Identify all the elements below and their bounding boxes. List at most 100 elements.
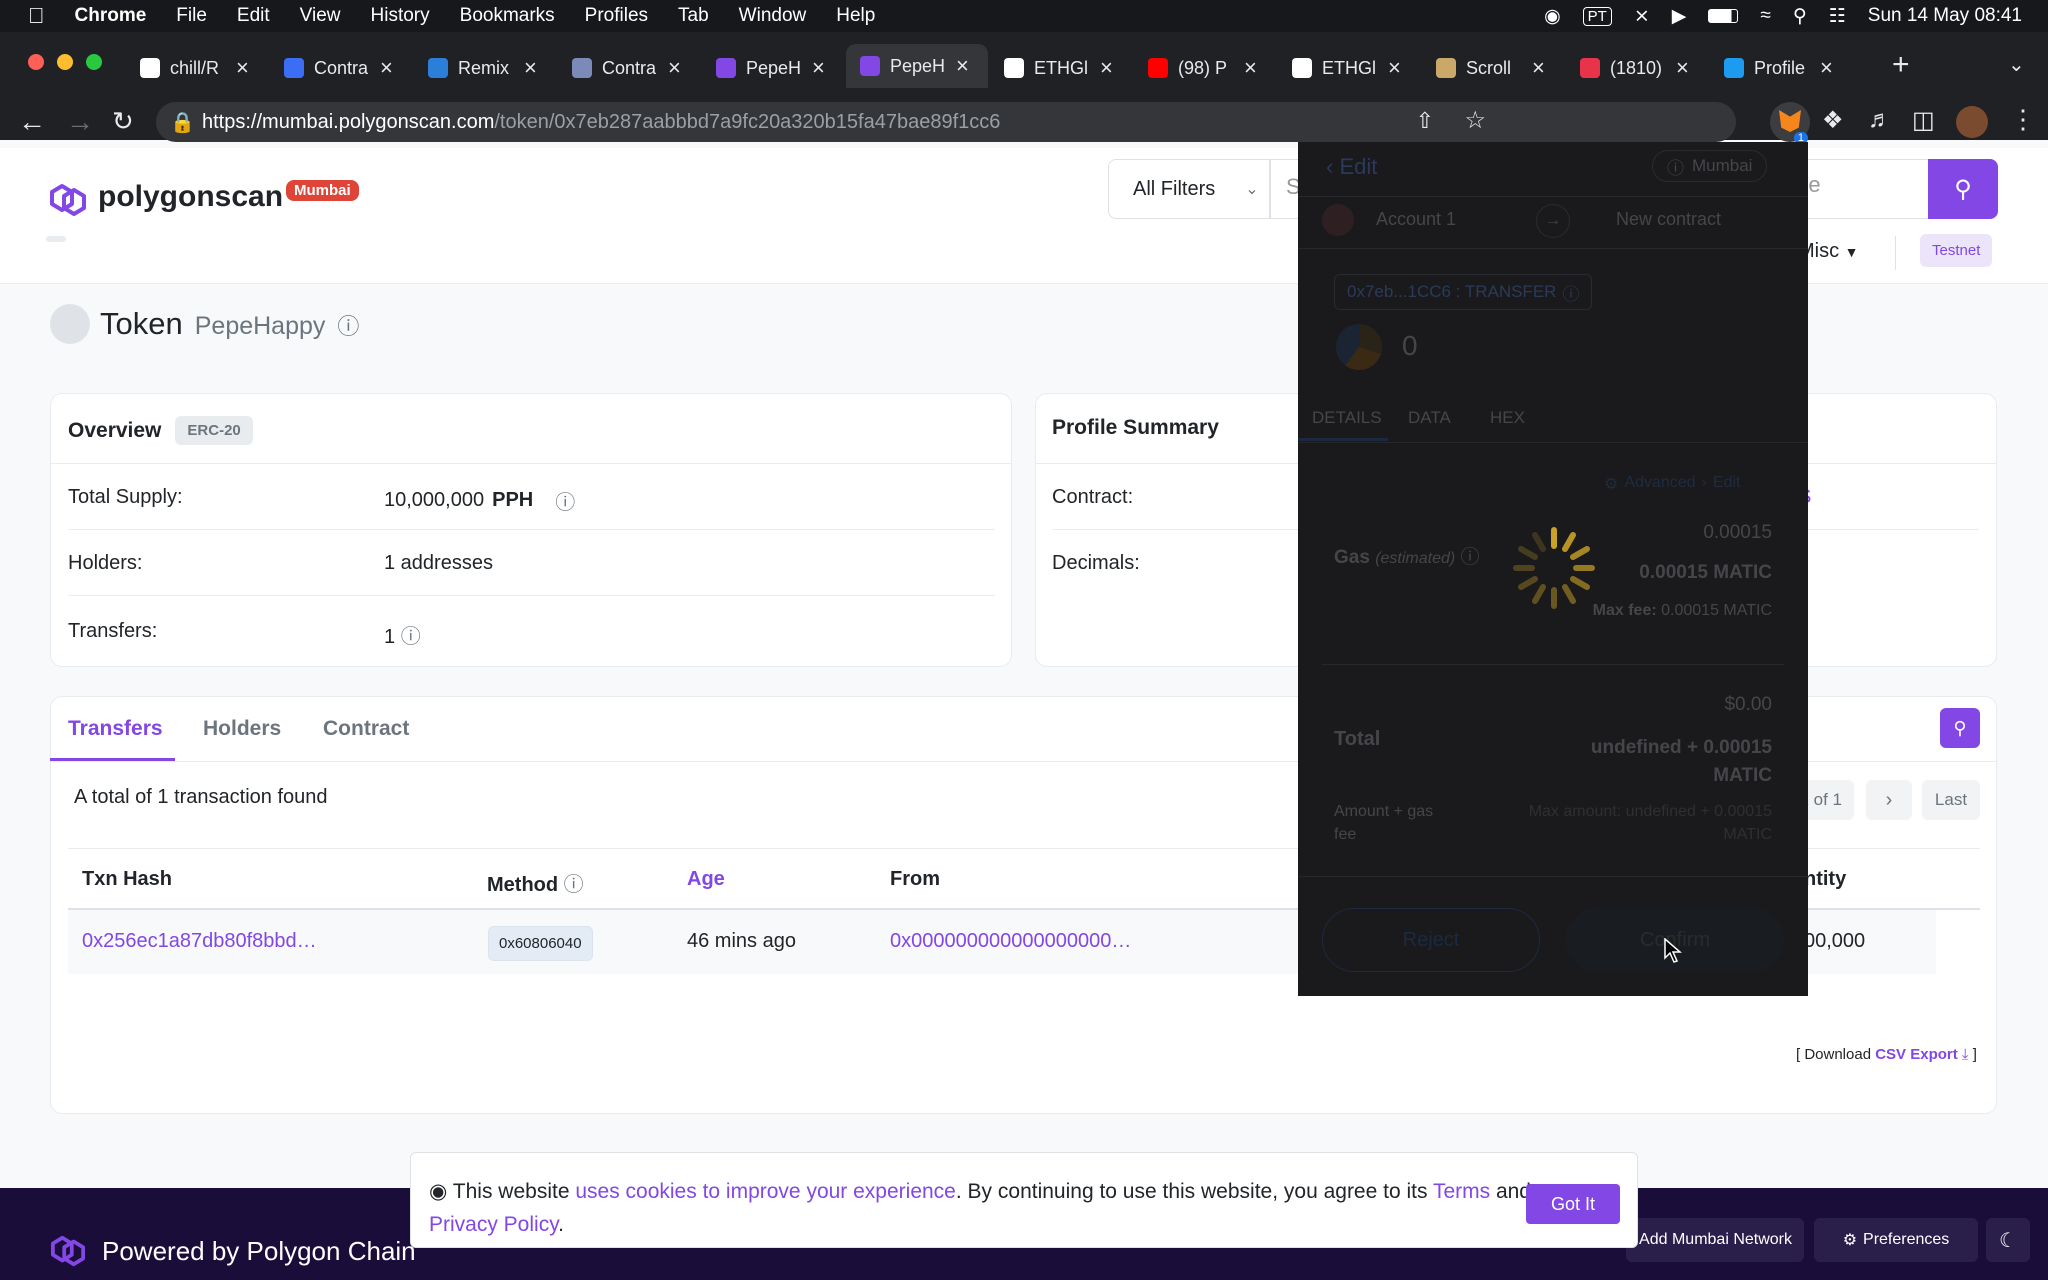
menu-window[interactable]: Window [739,5,807,27]
network-pill[interactable]: ⓘ Mumbai [1652,150,1768,182]
site-logo[interactable]: polygonscan [98,180,283,214]
tab-contract[interactable]: Contract [323,717,409,741]
menu-help[interactable]: Help [836,5,875,27]
bookmark-star-icon[interactable]: ☆ [1464,106,1486,135]
gear-icon: ⚙ [1604,476,1619,493]
record-icon[interactable]: ◉ [1544,5,1561,28]
chrome-menu-icon[interactable]: ⋮ [2010,104,2036,135]
browser-tab[interactable]: Contra × [572,48,681,88]
menu-edit[interactable]: Edit [237,5,270,27]
testnet-badge[interactable]: Testnet [1920,234,1993,267]
filter-search-button[interactable]: ⚲ [1940,708,1980,748]
browser-tab[interactable]: ETHGl × [1004,48,1113,88]
tab-close-icon[interactable]: × [1532,55,1545,81]
browser-tab[interactable]: (1810) × [1580,48,1689,88]
metamask-fox-icon[interactable]: 1 [1770,102,1810,144]
polygonscan-logo-icon[interactable] [48,182,88,218]
menu-file[interactable]: File [176,5,207,27]
next-page-chevron-icon[interactable]: › [1866,780,1912,820]
input-source-indicator[interactable]: PT [1582,6,1612,26]
tab-transfers[interactable]: Transfers [68,717,163,741]
from-address-link[interactable]: 0x000000000000000000… [890,930,1131,953]
csv-export-link[interactable]: CSV Export [1875,1046,1958,1063]
minimize-window-button[interactable] [57,54,73,70]
side-panel-icon[interactable]: ◫ [1912,106,1935,135]
share-icon[interactable]: ⇧ [1416,108,1434,134]
forward-arrow-icon[interactable]: → [66,106,94,138]
tab-close-icon[interactable]: × [1100,55,1113,81]
chevron-down-icon: ⌄ [1245,181,1259,198]
spotlight-search-icon[interactable]: ⚲ [1793,5,1807,28]
menu-history[interactable]: History [371,5,430,27]
browser-tab[interactable]: ETHGl × [1292,48,1401,88]
tab-close-icon[interactable]: × [668,55,681,81]
media-control-icon[interactable]: ♬ [1868,106,1892,134]
reload-icon[interactable]: ↻ [112,106,134,137]
tab-close-icon[interactable]: × [812,55,825,81]
menu-view[interactable]: View [300,5,341,27]
info-icon[interactable]: ⓘ [337,309,359,341]
info-icon[interactable]: ⓘ [401,626,421,648]
last-page-button[interactable]: Last [1922,780,1980,820]
preferences-button[interactable]: ⚙ Preferences [1814,1218,1978,1262]
tab-details[interactable]: DETAILS [1312,408,1382,428]
tab-close-icon[interactable]: × [236,55,249,81]
close-window-button[interactable] [28,54,44,70]
search-filter-select[interactable]: All Filters ⌄ [1108,159,1270,219]
tab-close-icon[interactable]: × [1676,55,1689,81]
menu-app-name[interactable]: Chrome [75,5,147,27]
tab-holders[interactable]: Holders [203,717,281,741]
privacy-policy-link[interactable]: Privacy Policy [429,1213,558,1236]
add-network-button[interactable]: Add Mumbai Network [1626,1218,1804,1262]
dark-mode-moon-icon[interactable]: ☾ [1986,1218,2030,1262]
browser-tab[interactable]: PepeH × [716,48,825,88]
browser-tab[interactable]: chill/R × [140,48,249,88]
reject-button[interactable]: Reject [1322,908,1540,972]
contract-pill[interactable]: 0x7eb...1CC6 : TRANSFER ⓘ [1334,274,1593,310]
terms-link[interactable]: Terms [1433,1180,1490,1203]
gas-label: Gas [1334,547,1370,568]
menu-bookmarks[interactable]: Bookmarks [460,5,555,27]
help-icon: ⓘ [1667,158,1684,178]
mute-icon[interactable]: ⨯ [1634,5,1650,28]
browser-tab[interactable]: Contra × [284,48,393,88]
control-center-icon[interactable]: ☷ [1829,5,1846,28]
tab-data[interactable]: DATA [1408,408,1451,428]
cookie-accept-button[interactable]: Got It [1526,1184,1620,1224]
profile-avatar[interactable] [1956,106,1988,138]
tab-close-icon[interactable]: × [956,53,969,79]
tab-hex[interactable]: HEX [1490,408,1525,428]
browser-tab[interactable]: Scroll × [1436,48,1545,88]
tab-close-icon[interactable]: × [380,55,393,81]
wifi-icon[interactable]: ≈ [1760,5,1770,27]
search-button[interactable]: ⚲ [1928,159,1998,219]
new-tab-plus-icon[interactable]: + [1892,48,1910,82]
advanced-edit[interactable]: ⚙ Advanced › Edit [1604,474,1740,494]
battery-icon[interactable] [1708,9,1739,23]
tab-close-icon[interactable]: × [1244,55,1257,81]
info-icon[interactable]: ⓘ [555,486,575,515]
browser-tab[interactable]: PepeH × [846,44,988,88]
address-bar[interactable]: 🔒 https://mumbai.polygonscan.com/token/0… [156,102,1736,142]
tab-close-icon[interactable]: × [1388,55,1401,81]
zoom-window-button[interactable] [86,54,102,70]
info-icon[interactable]: ⓘ [564,874,584,896]
tab-close-icon[interactable]: × [1820,55,1833,81]
tab-close-icon[interactable]: × [524,55,537,81]
metamask-back[interactable]: ‹ Edit [1326,154,1377,180]
cookies-policy-link[interactable]: uses cookies to improve your experience [575,1180,956,1203]
browser-tab[interactable]: Remix × [428,48,537,88]
menu-profiles[interactable]: Profiles [585,5,648,27]
browser-tab[interactable]: Profile × [1724,48,1833,88]
apple-icon[interactable]:  [28,3,45,29]
play-icon[interactable]: ▶ [1672,5,1687,28]
col-age[interactable]: Age [687,868,725,891]
tab-search-chevron-icon[interactable]: ⌄ [2008,52,2025,77]
extensions-puzzle-icon[interactable]: ❖ [1822,106,1844,135]
browser-tab[interactable]: (98) P × [1148,48,1257,88]
token-symbol: PPH [492,489,534,511]
txn-hash-link[interactable]: 0x256ec1a87db80f8bbd… [82,930,317,953]
back-arrow-icon[interactable]: ← [18,106,46,138]
menu-clock[interactable]: Sun 14 May 08:41 [1868,5,2022,27]
menu-tab[interactable]: Tab [678,5,709,27]
